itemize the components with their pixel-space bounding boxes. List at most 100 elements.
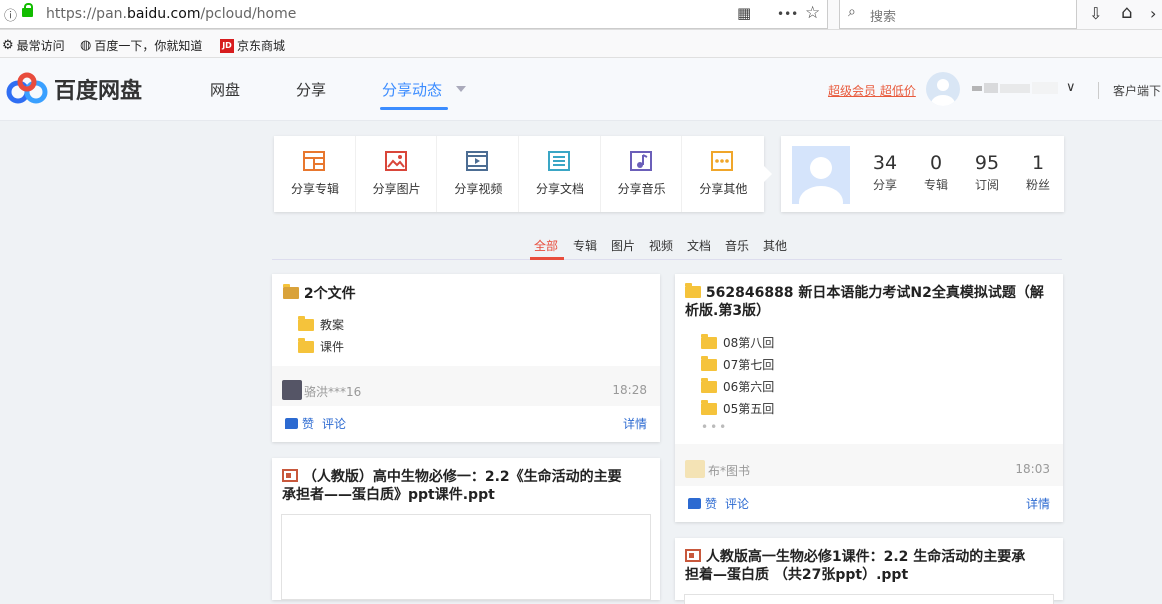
- list-item[interactable]: 07第七回: [701, 355, 774, 373]
- jd-icon: JD: [220, 38, 234, 53]
- thumbs-up-icon: [285, 418, 298, 429]
- comment-button[interactable]: 评论: [322, 415, 346, 432]
- tab-active-indicator: [530, 257, 564, 260]
- tab-album[interactable]: 专辑: [573, 237, 597, 254]
- list-item[interactable]: 课件: [298, 337, 344, 355]
- like-button[interactable]: 赞: [285, 415, 314, 432]
- bookmarks-bar: ⚙ 最常访问 ◍ 百度一下，你就知道 JD 京东商城: [0, 30, 1162, 58]
- vip-link[interactable]: 超级会员 超低价: [828, 82, 916, 99]
- stat-followers[interactable]: 1 粉丝: [1018, 152, 1058, 193]
- user-menu-chevron-icon[interactable]: ∨: [1066, 80, 1076, 95]
- tab-all[interactable]: 全部: [534, 237, 558, 254]
- nav-share-feed[interactable]: 分享动态: [382, 79, 442, 100]
- share-document-button[interactable]: 分享文档: [519, 136, 601, 212]
- sharer-name[interactable]: 骆洪***16: [304, 383, 361, 400]
- cloud-logo-icon: [6, 72, 48, 104]
- tab-other[interactable]: 其他: [763, 237, 787, 254]
- nav-netdisk[interactable]: 网盘: [210, 79, 240, 100]
- globe-icon: ◍: [80, 38, 92, 53]
- share-music-button[interactable]: 分享音乐: [601, 136, 683, 212]
- logo[interactable]: 百度网盘: [6, 72, 142, 106]
- home-icon[interactable]: ⌂: [1121, 2, 1132, 23]
- bookmark-label: 最常访问: [16, 39, 65, 53]
- list-item[interactable]: 05第五回: [701, 399, 774, 417]
- card-title-text: 562846888 新日本语能力考试N2全真模拟试题（解: [705, 285, 1044, 301]
- stat-label: 分享: [872, 178, 897, 192]
- blurred-username-graphic: [972, 82, 1058, 94]
- card-title[interactable]: 2个文件: [283, 284, 356, 303]
- folder-icon: [701, 377, 717, 393]
- nav-share[interactable]: 分享: [296, 79, 326, 100]
- overflow-icon[interactable]: ›: [1150, 4, 1156, 23]
- feed-card: （人教版）高中生物必修一：2.2《生命活动的主要 承担者——蛋白质》ppt课件.…: [272, 458, 660, 600]
- client-download-link[interactable]: 客户端下: [1098, 82, 1161, 99]
- share-time: 18:28: [612, 383, 647, 397]
- user-icon: [931, 79, 955, 106]
- sharer-name[interactable]: 布*图书: [708, 462, 750, 479]
- gear-icon: ⚙: [2, 38, 14, 53]
- chevron-down-icon[interactable]: [456, 86, 466, 92]
- user-avatar[interactable]: [282, 380, 302, 400]
- bookmark-jd[interactable]: JD 京东商城: [220, 37, 285, 54]
- card-title[interactable]: 562846888 新日本语能力考试N2全真模拟试题（解 析版.第3版）: [685, 283, 1055, 320]
- album-icon: [303, 151, 325, 171]
- card-footer: 骆洪***16 18:28 赞 评论 详情: [272, 366, 660, 442]
- share-other-button[interactable]: 分享其他: [682, 136, 764, 212]
- list-item[interactable]: 08第八回: [701, 333, 774, 351]
- detail-link[interactable]: 详情: [1026, 495, 1050, 512]
- search-input[interactable]: ⌕ 搜索: [839, 0, 1077, 29]
- feed-card: 562846888 新日本语能力考试N2全真模拟试题（解 析版.第3版） 08第…: [675, 274, 1063, 522]
- tab-video[interactable]: 视频: [649, 237, 673, 254]
- bookmark-label: 京东商城: [237, 39, 286, 53]
- card-title[interactable]: 人教版高一生物必修1课件：2.2 生命活动的主要承 担着—蛋白质 （共27张pp…: [685, 548, 1057, 584]
- nav-active-indicator: [380, 107, 448, 110]
- bookmark-baidu[interactable]: ◍ 百度一下，你就知道: [80, 37, 202, 54]
- username-blurred[interactable]: [970, 80, 1062, 96]
- address-bar[interactable]: ⓘ https://pan.baidu.com/pcloud/home ▦ ••…: [0, 0, 828, 29]
- share-time: 18:03: [1015, 462, 1050, 476]
- url-text[interactable]: https://pan.baidu.com/pcloud/home: [46, 6, 296, 22]
- logo-text: 百度网盘: [54, 79, 143, 104]
- page-actions-icon[interactable]: •••: [777, 7, 798, 21]
- folder-icon: [701, 333, 717, 349]
- card-title[interactable]: （人教版）高中生物必修一：2.2《生命活动的主要 承担者——蛋白质》ppt课件.…: [282, 468, 654, 504]
- share-album-button[interactable]: 分享专辑: [274, 136, 356, 212]
- share-video-button[interactable]: 分享视频: [437, 136, 520, 212]
- library-icon[interactable]: ⇩: [1089, 4, 1102, 23]
- more-files-indicator[interactable]: •••: [701, 420, 728, 434]
- share-tile-label: 分享文档: [536, 182, 585, 196]
- bookmark-label: 百度一下，你就知道: [94, 39, 203, 53]
- list-item[interactable]: 教案: [298, 315, 345, 333]
- like-button[interactable]: 赞: [688, 495, 717, 512]
- file-name: 06第六回: [723, 380, 775, 394]
- thumbs-up-icon: [688, 498, 701, 509]
- card-title-text-line2: 担着—蛋白质 （共27张ppt）.ppt: [685, 567, 909, 583]
- avatar[interactable]: [926, 72, 960, 106]
- profile-avatar[interactable]: [792, 146, 850, 204]
- info-icon[interactable]: ⓘ: [4, 5, 17, 24]
- file-name: 教案: [320, 318, 345, 332]
- document-preview[interactable]: [684, 594, 1054, 604]
- stat-shares[interactable]: 34 分享: [865, 152, 905, 193]
- folder-icon: [701, 355, 717, 371]
- folder-icon: [298, 337, 314, 353]
- card-title-text: （人教版）高中生物必修一：2.2《生命活动的主要: [302, 469, 622, 485]
- folder-icon: [685, 283, 701, 298]
- comment-button[interactable]: 评论: [725, 495, 749, 512]
- list-item[interactable]: 06第六回: [701, 377, 775, 395]
- tab-image[interactable]: 图片: [611, 237, 635, 254]
- detail-link[interactable]: 详情: [623, 415, 647, 432]
- card-title-text: 人教版高一生物必修1课件：2.2 生命活动的主要承: [705, 549, 1026, 565]
- stat-albums[interactable]: 0 专辑: [916, 152, 956, 193]
- bookmark-star-icon[interactable]: ☆: [805, 3, 820, 23]
- document-preview[interactable]: [281, 514, 651, 600]
- tab-document[interactable]: 文档: [687, 237, 711, 254]
- stat-subscriptions[interactable]: 95 订阅: [967, 152, 1007, 193]
- stat-value: 95: [974, 152, 1000, 174]
- qr-code-icon[interactable]: ▦: [737, 4, 751, 22]
- share-image-button[interactable]: 分享图片: [356, 136, 438, 212]
- user-avatar[interactable]: [685, 460, 705, 478]
- bookmark-most-visited[interactable]: ⚙ 最常访问: [2, 37, 65, 54]
- card-title-text-line2: 析版.第3版）: [685, 303, 771, 319]
- tab-music[interactable]: 音乐: [725, 237, 749, 254]
